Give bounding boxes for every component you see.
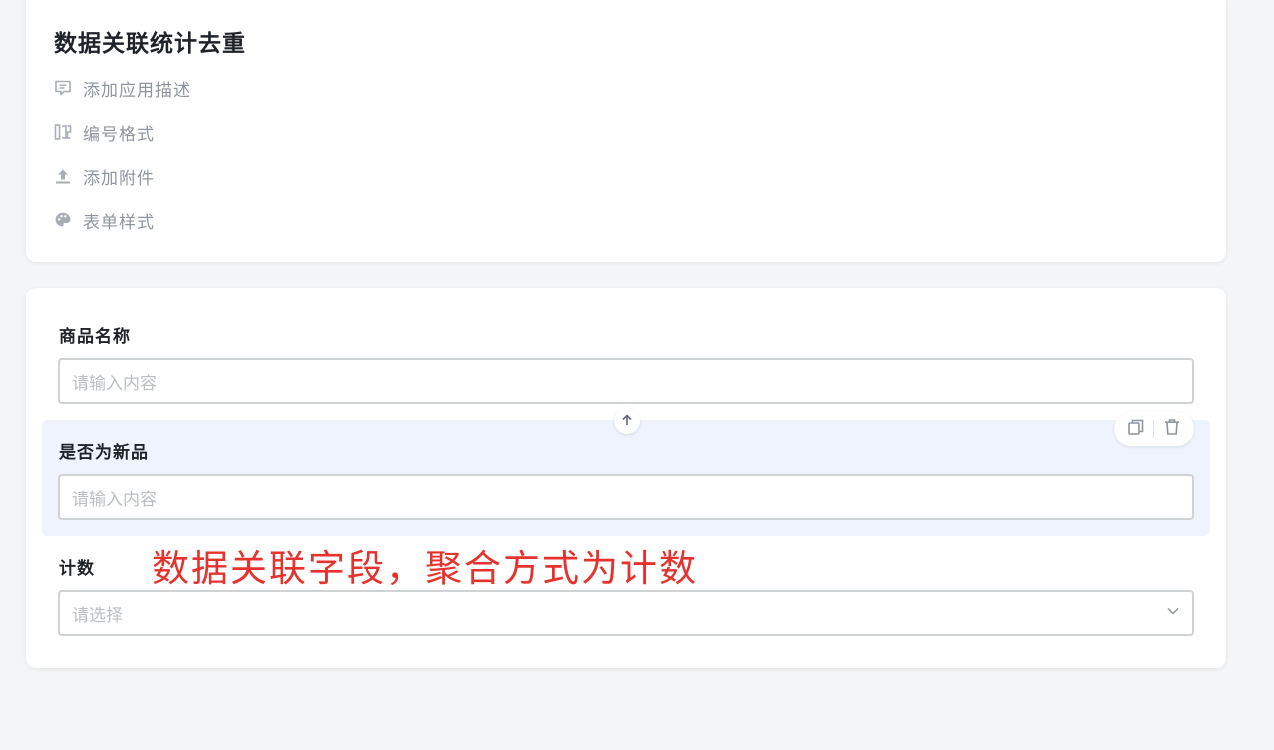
palette-icon bbox=[54, 211, 72, 229]
form-style-label: 表单样式 bbox=[83, 212, 155, 233]
copy-field-button[interactable] bbox=[1125, 418, 1147, 440]
comment-icon bbox=[54, 79, 72, 97]
add-description-label: 添加应用描述 bbox=[83, 80, 191, 101]
copy-icon bbox=[1127, 418, 1145, 440]
annotation-text: 数据关联字段，聚合方式为计数 bbox=[152, 547, 698, 590]
add-attachment-action[interactable]: 添加附件 bbox=[54, 164, 155, 189]
move-field-up-button[interactable] bbox=[614, 408, 640, 434]
count-select[interactable]: 请选择 bbox=[58, 590, 1194, 636]
is-new-product-input[interactable]: 请输入内容 bbox=[58, 474, 1194, 520]
is-new-product-placeholder: 请输入内容 bbox=[72, 489, 157, 510]
upload-icon bbox=[54, 167, 72, 185]
number-format-icon bbox=[54, 123, 72, 141]
field-label-product-name: 商品名称 bbox=[59, 327, 131, 347]
field-toolbar bbox=[1114, 412, 1194, 446]
app-info-card: 数据关联统计去重 添加应用描述 编号格式 添加附件 表单样式 bbox=[26, 0, 1226, 262]
count-select-placeholder: 请选择 bbox=[72, 605, 123, 626]
toolbar-divider bbox=[1153, 420, 1155, 438]
arrow-up-icon bbox=[620, 412, 634, 431]
form-card: 商品名称 请输入内容 是否为新品 请输入内容 计数 请选择 bbox=[26, 288, 1226, 668]
field-label-is-new-product: 是否为新品 bbox=[59, 443, 149, 463]
form-style-action[interactable]: 表单样式 bbox=[54, 208, 155, 233]
product-name-input[interactable]: 请输入内容 bbox=[58, 358, 1194, 404]
product-name-placeholder: 请输入内容 bbox=[72, 373, 157, 394]
add-attachment-label: 添加附件 bbox=[83, 168, 155, 189]
chevron-down-icon bbox=[1166, 603, 1180, 623]
app-title[interactable]: 数据关联统计去重 bbox=[54, 24, 246, 58]
number-format-action[interactable]: 编号格式 bbox=[54, 120, 155, 145]
number-format-label: 编号格式 bbox=[83, 124, 155, 145]
delete-field-button[interactable] bbox=[1161, 418, 1183, 440]
add-description-action[interactable]: 添加应用描述 bbox=[54, 76, 191, 101]
field-label-count: 计数 bbox=[59, 559, 95, 579]
trash-icon bbox=[1163, 418, 1181, 440]
